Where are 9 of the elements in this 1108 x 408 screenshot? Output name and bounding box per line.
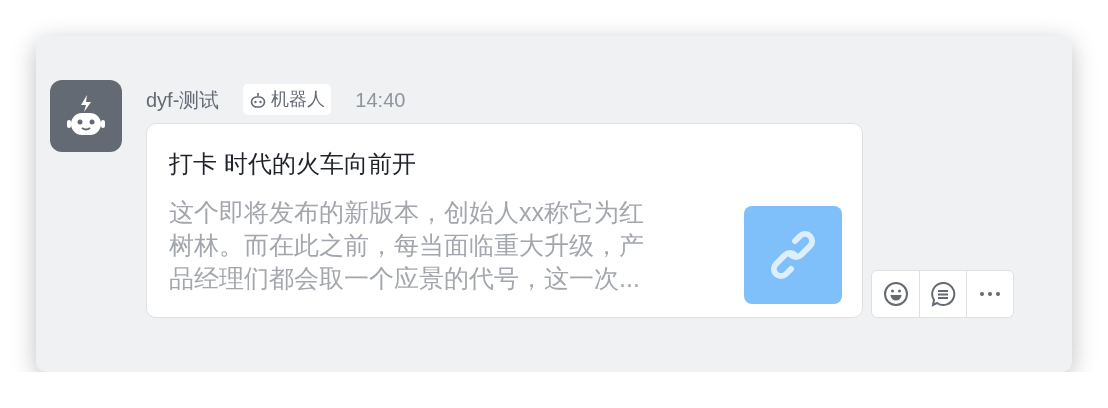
bot-avatar bbox=[50, 80, 122, 152]
link-card[interactable]: 打卡 时代的火车向前开 这个即将发布的新版本，创始人xx称它为红树林。而在此之前，每当面临重大升级，产品经理们都会取一个应景的代号，这一次... bbox=[146, 123, 863, 318]
message-time: 14:40 bbox=[355, 87, 406, 113]
bot-label: 机器人 bbox=[271, 88, 326, 111]
card-title: 打卡 时代的火车向前开 bbox=[169, 149, 417, 179]
robot-icon bbox=[249, 90, 268, 109]
card-description: 这个即将发布的新版本，创始人xx称它为红树林。而在此之前，每当面临重大升级，产品经理们都会取一个应景的代号，这一次... bbox=[169, 197, 645, 294]
link-icon bbox=[744, 206, 842, 304]
sender-name: dyf-测试 bbox=[146, 87, 220, 113]
